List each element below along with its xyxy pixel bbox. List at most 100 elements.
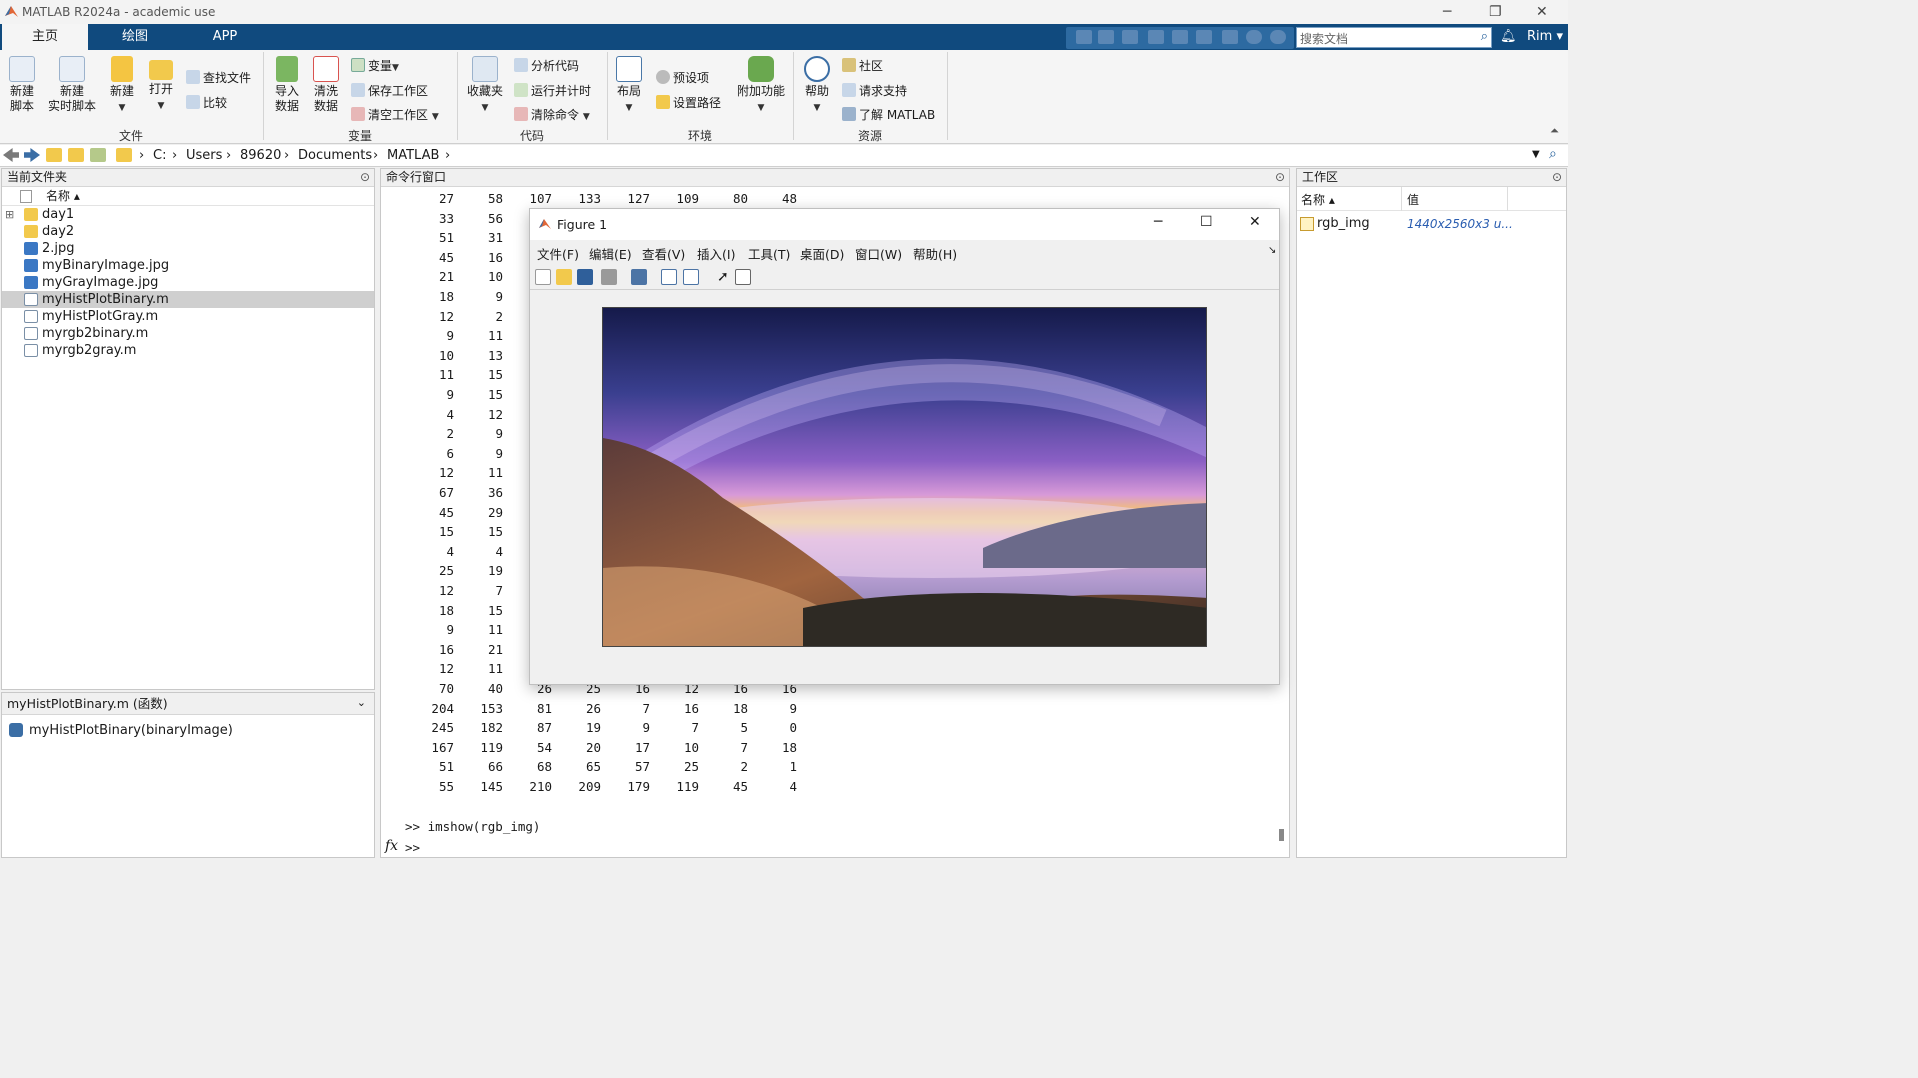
search-folder-icon[interactable]: [90, 148, 106, 162]
community-button[interactable]: 社区: [842, 57, 883, 74]
clear-commands-button[interactable]: 清除命令 ▼: [514, 106, 590, 123]
insert-legend-icon[interactable]: [683, 269, 699, 285]
file-list-item[interactable]: myrgb2gray.m: [2, 342, 374, 359]
close-icon[interactable]: ✕: [1249, 214, 1261, 230]
import-data-button[interactable]: 导入 数据: [270, 56, 304, 114]
restore-icon[interactable]: ❐: [1489, 4, 1502, 20]
menu-window[interactable]: 窗口(W): [855, 244, 902, 263]
layout-button[interactable]: 布局 ▼: [612, 56, 646, 116]
file-list-item[interactable]: myHistPlotGray.m: [2, 308, 374, 325]
collapse-ribbon-icon[interactable]: ⏶: [1550, 124, 1559, 138]
save-icon[interactable]: [1076, 30, 1092, 44]
forward-arrow-icon[interactable]: [24, 148, 40, 162]
open-button[interactable]: 打开 ▼: [144, 56, 178, 114]
tab-apps[interactable]: APP: [182, 24, 268, 50]
new-script-button[interactable]: 新建 脚本: [4, 56, 40, 114]
undo-icon[interactable]: [1172, 30, 1188, 44]
breadcrumb-documents[interactable]: Documents: [298, 148, 372, 163]
file-list-item[interactable]: ⊞ day1: [2, 206, 374, 223]
name-column-header[interactable]: 名称 ▴: [2, 187, 374, 206]
breadcrumb-89620[interactable]: 89620: [240, 148, 281, 163]
new-figure-icon[interactable]: [535, 269, 551, 285]
redo-icon[interactable]: [1196, 30, 1212, 44]
paste-icon[interactable]: [1148, 30, 1164, 44]
workspace-variable-row[interactable]: rgb_img 1440x2560x3 u...: [1297, 215, 1566, 235]
analyze-code-button[interactable]: 分析代码: [514, 57, 579, 74]
tab-plots[interactable]: 绘图: [92, 24, 178, 50]
panel-menu-icon[interactable]: ⊙: [1552, 170, 1562, 184]
up-folder-icon[interactable]: [46, 148, 62, 162]
insert-colorbar-icon[interactable]: [661, 269, 677, 285]
dock-arrow-icon[interactable]: ↘: [1268, 245, 1276, 256]
new-button[interactable]: 新建 ▼: [104, 56, 140, 116]
clean-data-button[interactable]: 清洗 数据: [309, 56, 343, 114]
file-list-item[interactable]: myrgb2binary.m: [2, 325, 374, 342]
breadcrumb-users[interactable]: Users: [186, 148, 222, 163]
displayed-image[interactable]: [602, 307, 1207, 647]
learn-matlab-button[interactable]: 了解 MATLAB: [842, 106, 935, 123]
file-list-item[interactable]: day2: [2, 223, 374, 240]
request-support-button[interactable]: 请求支持: [842, 82, 907, 99]
property-inspector-icon[interactable]: [735, 269, 751, 285]
close-icon[interactable]: ✕: [1536, 4, 1548, 20]
new-live-script-button[interactable]: 新建 实时脚本: [44, 56, 100, 114]
menu-view[interactable]: 查看(V): [642, 244, 685, 263]
cursor-arrow-icon[interactable]: ➚: [717, 269, 729, 285]
back-arrow-icon[interactable]: [3, 148, 19, 162]
switch-windows-icon[interactable]: [1222, 30, 1238, 44]
file-list-item[interactable]: myBinaryImage.jpg: [2, 257, 374, 274]
save-workspace-button[interactable]: 保存工作区: [351, 82, 428, 99]
help-button[interactable]: 帮助 ▼: [800, 56, 834, 116]
browse-folder-icon[interactable]: [68, 148, 84, 162]
menu-edit[interactable]: 编辑(E): [589, 244, 632, 263]
file-list-item[interactable]: myHistPlotBinary.m: [2, 291, 374, 308]
save-icon[interactable]: [577, 269, 593, 285]
add-ons-button[interactable]: 附加功能 ▼: [734, 56, 788, 116]
path-dropdown-icon[interactable]: ▼: [1532, 149, 1540, 160]
chevron-down-icon[interactable]: ⌄: [357, 696, 366, 709]
cut-icon[interactable]: [1098, 30, 1114, 44]
help-icon[interactable]: [1246, 30, 1262, 44]
favorites-button[interactable]: 收藏夹 ▼: [462, 56, 508, 116]
menu-tools[interactable]: 工具(T): [748, 244, 790, 263]
community-icon[interactable]: [1270, 30, 1286, 44]
menu-insert[interactable]: 插入(I): [697, 244, 735, 263]
copy-icon[interactable]: [1122, 30, 1138, 44]
panel-menu-icon[interactable]: ⊙: [1275, 170, 1285, 184]
minimize-icon[interactable]: ─: [1443, 4, 1451, 20]
set-path-button[interactable]: 设置路径: [656, 94, 721, 111]
variable-button[interactable]: 变量▼: [351, 57, 399, 74]
print-icon[interactable]: [601, 269, 617, 285]
command-prompt[interactable]: >>: [405, 840, 420, 855]
link-plot-icon[interactable]: [631, 269, 647, 285]
minimize-icon[interactable]: ─: [1154, 214, 1162, 230]
file-list-item[interactable]: 2.jpg: [2, 240, 374, 257]
run-and-time-button[interactable]: 运行并计时: [514, 82, 591, 99]
breadcrumb-c[interactable]: C:: [153, 148, 166, 163]
name-column-header[interactable]: 名称 ▴: [1301, 187, 1335, 213]
scrollbar-thumb[interactable]: [1279, 829, 1284, 841]
menu-desktop[interactable]: 桌面(D): [800, 244, 844, 263]
user-menu[interactable]: Rim ▾: [1527, 29, 1563, 44]
maximize-icon[interactable]: ☐: [1200, 214, 1213, 230]
file-list-item[interactable]: myGrayImage.jpg: [2, 274, 374, 291]
clear-workspace-button[interactable]: 清空工作区 ▼: [351, 106, 439, 123]
plus-icon: [111, 56, 133, 82]
breadcrumb-matlab[interactable]: MATLAB: [387, 148, 439, 163]
compare-button[interactable]: 比较: [186, 94, 227, 111]
expand-icon[interactable]: ⊞: [5, 206, 14, 223]
menu-help[interactable]: 帮助(H): [913, 244, 957, 263]
panel-menu-icon[interactable]: ⊙: [360, 170, 370, 184]
search-path-icon[interactable]: ⌕: [1549, 146, 1557, 162]
notification-bell-icon[interactable]: 🔔︎: [1500, 29, 1517, 44]
search-icon[interactable]: ⌕: [1481, 29, 1488, 44]
figure-window[interactable]: Figure 1 ─ ☐ ✕ 文件(F) 编辑(E) 查看(V) 插入(I) 工…: [529, 208, 1280, 685]
value-column-header[interactable]: 值: [1407, 187, 1419, 213]
tab-home[interactable]: 主页: [2, 24, 88, 50]
preferences-button[interactable]: 预设项: [656, 69, 709, 86]
function-browser-fx-icon[interactable]: fx: [385, 838, 398, 854]
search-documentation-input[interactable]: 搜索文档 ⌕: [1296, 27, 1492, 48]
find-files-button[interactable]: 查找文件: [186, 69, 251, 86]
menu-file[interactable]: 文件(F): [537, 244, 579, 263]
open-file-icon[interactable]: [556, 269, 572, 285]
